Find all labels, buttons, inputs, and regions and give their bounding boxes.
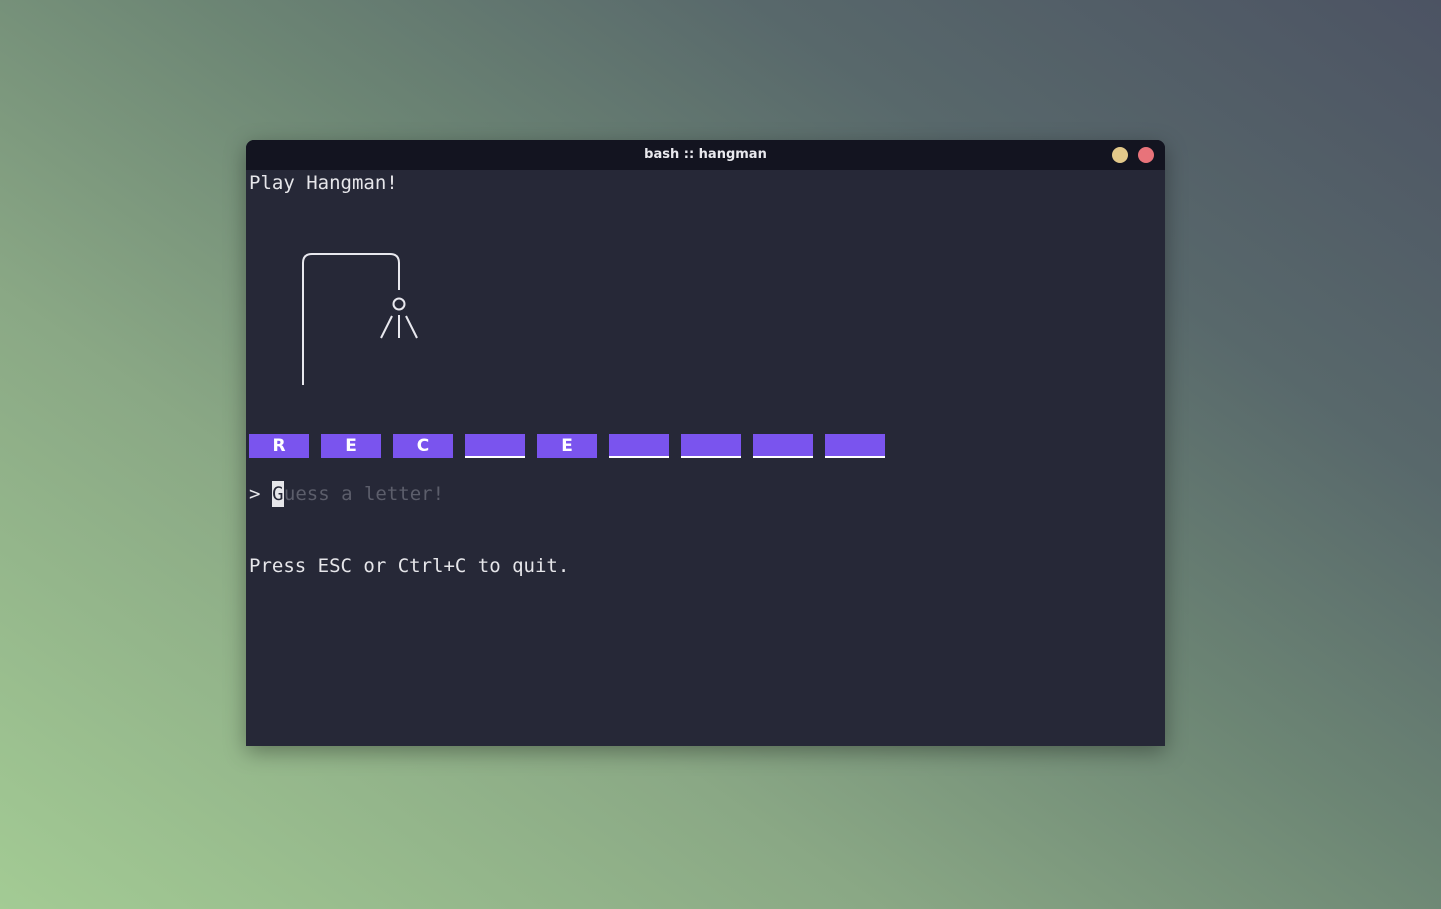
text-cursor: G	[271, 481, 284, 507]
letter-tile: E	[321, 434, 381, 458]
input-placeholder: uess a letter!	[283, 483, 445, 505]
gallows-beam	[302, 253, 400, 290]
letter-tile-blank	[825, 434, 885, 458]
letter-tile: E	[537, 434, 597, 458]
letter-tile-blank	[753, 434, 813, 458]
gallows-icon	[302, 253, 400, 385]
hangman-head	[392, 297, 406, 311]
close-button[interactable]	[1138, 147, 1154, 163]
title-bar[interactable]: bash :: hangman	[246, 140, 1165, 170]
minimize-button[interactable]	[1112, 147, 1128, 163]
quit-hint: Press ESC or Ctrl+C to quit.	[249, 555, 570, 577]
hangman-left-arm	[380, 315, 393, 339]
window-title: bash :: hangman	[644, 147, 767, 162]
letter-tile-blank	[681, 434, 741, 458]
guess-input[interactable]: > Guess a letter!	[249, 481, 444, 507]
hangman-right-arm	[405, 315, 418, 339]
letter-tile: R	[249, 434, 309, 458]
terminal-content[interactable]: Play Hangman! R E C E > Guess a letter! …	[246, 170, 1165, 746]
letter-tile-blank	[465, 434, 525, 458]
hangman-drawing	[302, 253, 418, 385]
prompt-symbol: >	[249, 483, 261, 505]
letter-tile: C	[393, 434, 453, 458]
letter-tile-blank	[609, 434, 669, 458]
terminal-window: bash :: hangman Play Hangman! R E C E > …	[246, 140, 1165, 746]
